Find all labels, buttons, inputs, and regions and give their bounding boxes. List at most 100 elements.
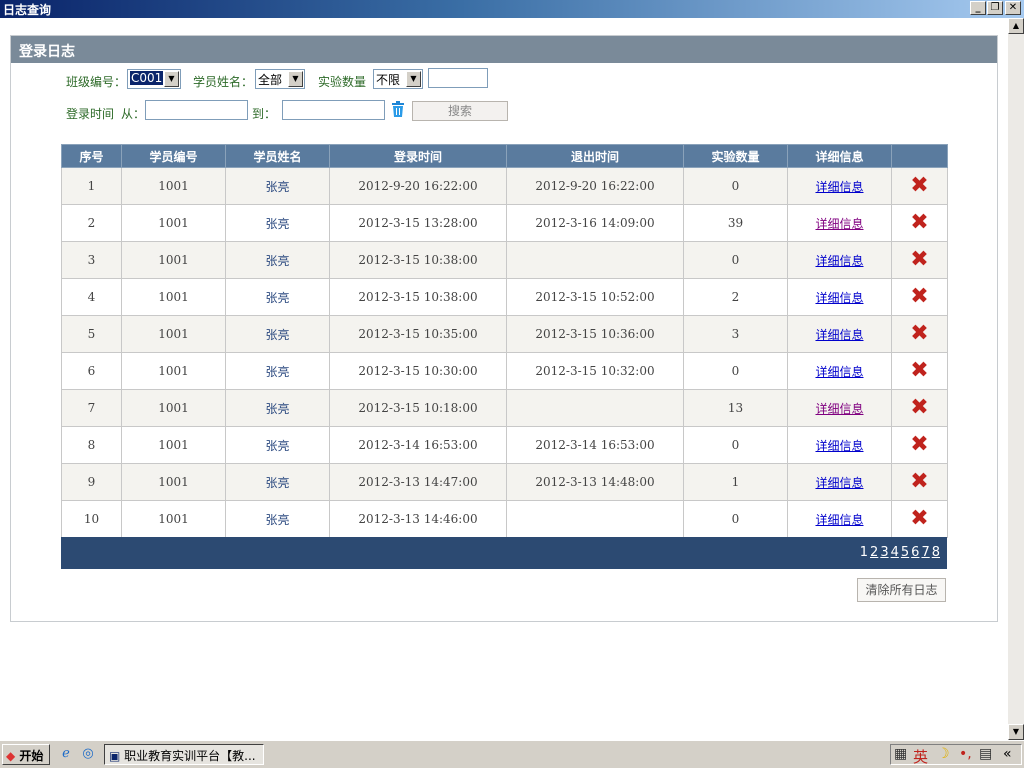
window-title: 日志查询 (3, 3, 52, 17)
cell-no: 10 (61, 500, 122, 538)
page-link-7[interactable]: 7 (921, 545, 929, 560)
cell-student-id: 1001 (121, 204, 226, 242)
cell-delete: ✖ (891, 278, 948, 316)
cell-login-time: 2012-3-13 14:46:00 (329, 500, 507, 538)
header-detail: 详细信息 (787, 144, 892, 168)
moon-icon[interactable]: ☽ (937, 746, 950, 762)
page-link-2[interactable]: 2 (870, 545, 878, 560)
cell-no: 3 (61, 241, 122, 279)
keyboard-icon[interactable]: ▦ (894, 746, 907, 762)
close-button[interactable]: ✕ (1005, 1, 1021, 15)
scroll-up-arrow-icon[interactable]: ▲ (1008, 18, 1024, 34)
page-link-5[interactable]: 5 (901, 545, 909, 560)
restore-button[interactable]: ❐ (987, 1, 1003, 15)
cell-logout-time: 2012-3-14 16:53:00 (506, 426, 684, 464)
cell-detail: 详细信息 (787, 426, 892, 464)
cell-exp-count: 0 (683, 167, 788, 205)
cell-logout-time: 2012-3-15 10:32:00 (506, 352, 684, 390)
table-row: 3 1001 张亮 2012-3-15 10:38:00 0 详细信息 ✖ (61, 241, 948, 279)
delete-icon[interactable]: ✖ (910, 360, 928, 382)
cell-detail: 详细信息 (787, 389, 892, 427)
windows-logo-icon: ◆ (6, 749, 16, 763)
detail-link[interactable]: 详细信息 (815, 365, 863, 379)
cell-no: 4 (61, 278, 122, 316)
chevron-down-icon: ▼ (288, 71, 303, 87)
cell-no: 5 (61, 315, 122, 353)
tray-collapse-button[interactable]: « (1003, 746, 1012, 762)
delete-icon[interactable]: ✖ (910, 286, 928, 308)
cell-login-time: 2012-3-15 10:18:00 (329, 389, 507, 427)
cell-detail: 详细信息 (787, 278, 892, 316)
header-login-time: 登录时间 (329, 144, 507, 168)
class-label: 班级编号： (66, 75, 127, 89)
chevron-down-icon: ▼ (164, 71, 179, 87)
clear-all-logs-button[interactable]: 清除所有日志 (857, 578, 946, 602)
start-button[interactable]: ◆ 开始 (2, 744, 50, 765)
page-link-8[interactable]: 8 (932, 545, 940, 560)
detail-link[interactable]: 详细信息 (815, 402, 863, 416)
delete-icon[interactable]: ✖ (910, 397, 928, 419)
cell-student-id: 1001 (121, 463, 226, 501)
punctuation-icon[interactable]: •, (959, 746, 972, 762)
search-button[interactable]: 搜索 (412, 101, 508, 121)
detail-link[interactable]: 详细信息 (815, 291, 863, 305)
cell-student-id: 1001 (121, 315, 226, 353)
cell-delete: ✖ (891, 352, 948, 390)
delete-icon[interactable]: ✖ (910, 471, 928, 493)
count-input[interactable] (428, 68, 488, 88)
ie-icon[interactable]: ℯ (58, 746, 74, 762)
page-link-6[interactable]: 6 (911, 545, 919, 560)
page-link-4[interactable]: 4 (891, 545, 899, 560)
delete-icon[interactable]: ✖ (910, 323, 928, 345)
trash-icon[interactable] (390, 101, 406, 118)
page-link-3[interactable]: 3 (880, 545, 888, 560)
cell-no: 9 (61, 463, 122, 501)
cell-student-name: 张亮 (225, 500, 330, 538)
header-no: 序号 (61, 144, 122, 168)
cell-exp-count: 0 (683, 500, 788, 538)
class-select-value: C001 (130, 71, 164, 85)
minimize-button[interactable]: _ (970, 1, 986, 15)
cell-logout-time: 2012-9-20 16:22:00 (506, 167, 684, 205)
detail-link[interactable]: 详细信息 (815, 439, 863, 453)
detail-link[interactable]: 详细信息 (815, 254, 863, 268)
cell-exp-count: 0 (683, 241, 788, 279)
cell-delete: ✖ (891, 426, 948, 464)
delete-icon[interactable]: ✖ (910, 508, 928, 530)
delete-icon[interactable]: ✖ (910, 212, 928, 234)
detail-link[interactable]: 详细信息 (815, 513, 863, 527)
detail-link[interactable]: 详细信息 (815, 476, 863, 490)
delete-icon[interactable]: ✖ (910, 249, 928, 271)
taskbar-item-label: 职业教育实训平台【教... (124, 749, 256, 763)
cell-delete: ✖ (891, 204, 948, 242)
to-label: 到： (252, 107, 277, 121)
taskbar-item-platform[interactable]: ▣ 职业教育实训平台【教... (104, 744, 264, 765)
cell-login-time: 2012-3-15 10:38:00 (329, 278, 507, 316)
scroll-down-arrow-icon[interactable]: ▼ (1008, 724, 1024, 740)
cell-logout-time: 2012-3-13 14:48:00 (506, 463, 684, 501)
page-link-1[interactable]: 1 (860, 545, 868, 560)
cell-student-name: 张亮 (225, 167, 330, 205)
class-select[interactable]: C001 ▼ (127, 69, 181, 89)
softkeyboard-icon[interactable]: ▤ (979, 746, 992, 762)
cell-student-id: 1001 (121, 352, 226, 390)
cell-exp-count: 0 (683, 352, 788, 390)
count-select[interactable]: 不限 ▼ (373, 69, 423, 89)
cell-logout-time (506, 500, 684, 538)
vertical-scrollbar[interactable]: ▲ ▼ (1008, 18, 1024, 740)
cell-login-time: 2012-3-15 10:38:00 (329, 241, 507, 279)
table-row: 6 1001 张亮 2012-3-15 10:30:00 2012-3-15 10:32… (61, 352, 948, 390)
to-date-input[interactable] (282, 100, 385, 120)
delete-icon[interactable]: ✖ (910, 434, 928, 456)
detail-link[interactable]: 详细信息 (815, 328, 863, 342)
detail-link[interactable]: 详细信息 (815, 217, 863, 231)
student-select[interactable]: 全部 ▼ (255, 69, 305, 89)
cell-logout-time: 2012-3-15 10:36:00 (506, 315, 684, 353)
from-date-input[interactable] (145, 100, 248, 120)
delete-icon[interactable]: ✖ (910, 175, 928, 197)
cell-login-time: 2012-3-15 13:28:00 (329, 204, 507, 242)
ime-language-indicator[interactable]: 英 (913, 746, 928, 767)
desktop-icon[interactable]: ◎ (80, 746, 96, 762)
cell-student-id: 1001 (121, 167, 226, 205)
detail-link[interactable]: 详细信息 (815, 180, 863, 194)
